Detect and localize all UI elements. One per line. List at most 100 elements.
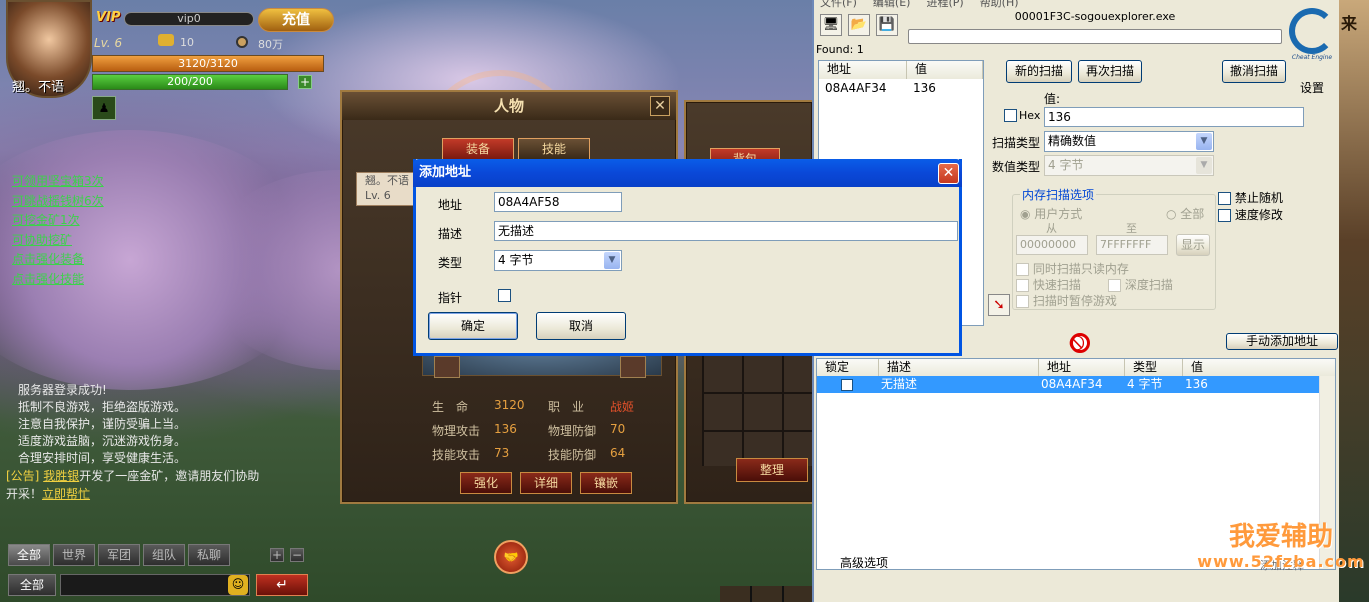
- quest-item[interactable]: 点击强化装备: [12, 250, 104, 270]
- col-description[interactable]: 描述: [879, 359, 1039, 376]
- sort-button[interactable]: 整理: [736, 458, 808, 482]
- tab-skills[interactable]: 技能: [518, 138, 590, 160]
- deep-scan-label: 深度扫描: [1124, 278, 1173, 292]
- chat-tab-legion[interactable]: 军团: [98, 544, 140, 566]
- add-to-list-arrow-icon[interactable]: ➘: [988, 294, 1010, 316]
- close-icon[interactable]: ✕: [938, 163, 959, 184]
- col-value[interactable]: 值: [907, 61, 983, 79]
- col-value[interactable]: 值: [1183, 359, 1335, 376]
- send-icon[interactable]: ↵: [256, 574, 308, 596]
- tab-equipment[interactable]: 装备: [442, 138, 514, 160]
- equip-slot[interactable]: [434, 356, 460, 378]
- no-random-checkbox[interactable]: [1218, 192, 1231, 205]
- all-memory-radio[interactable]: ○ 全部: [1166, 205, 1204, 222]
- open-process-icon[interactable]: 🖥: [820, 14, 842, 36]
- quest-item[interactable]: 可挖金矿1次: [12, 211, 104, 231]
- expand-chat-button[interactable]: +: [270, 548, 284, 562]
- address-input[interactable]: 08A4AF58: [494, 192, 622, 212]
- system-messages: 服务器登录成功! 抵制不良游戏，拒绝盗版游戏。 注意自我保护，谨防受骗上当。 适…: [18, 382, 186, 467]
- pause-option[interactable]: 扫描时暂停游戏: [1016, 292, 1117, 309]
- inlay-button[interactable]: 镶嵌: [580, 472, 632, 494]
- stat-value: 136: [494, 422, 517, 436]
- chat-tab-world[interactable]: 世界: [53, 544, 95, 566]
- hex-checkbox[interactable]: [1004, 109, 1017, 122]
- details-button[interactable]: 详细: [520, 472, 572, 494]
- quest-item[interactable]: 可领用坚宝箱3次: [12, 172, 104, 192]
- site-watermark: 我爱辅助 www.52fzba.com: [1196, 522, 1366, 572]
- enhance-button[interactable]: 强化: [460, 472, 512, 494]
- menu-help[interactable]: 帮助(H): [980, 0, 1019, 10]
- emoji-icon[interactable]: ☺: [228, 575, 248, 595]
- recharge-button[interactable]: 充值: [258, 8, 334, 32]
- equip-slot[interactable]: [620, 356, 646, 378]
- start-address-input[interactable]: 00000000: [1016, 235, 1088, 255]
- add-stat-button[interactable]: +: [298, 75, 312, 89]
- stats-grid: 生 命 3120 职 业 战姬 物理攻击 136 物理防御 70 技能攻击 73…: [432, 394, 664, 462]
- menu-process[interactable]: 进程(P): [926, 0, 963, 10]
- announce-text2: 开采！: [6, 487, 43, 501]
- table-row[interactable]: 无描述 08A4AF34 4 字节 136: [817, 376, 1319, 393]
- stop-icon[interactable]: ⃠: [1070, 333, 1090, 353]
- scan-type-select[interactable]: 精确数值 ▼: [1044, 131, 1214, 152]
- skill-bar[interactable]: [720, 586, 812, 602]
- add-address-manually-button[interactable]: 手动添加地址: [1226, 333, 1338, 350]
- col-address[interactable]: 地址: [1039, 359, 1125, 376]
- chat-tab-team[interactable]: 组队: [143, 544, 185, 566]
- show-button[interactable]: 显示: [1176, 234, 1210, 256]
- description-input[interactable]: 无描述: [494, 221, 958, 241]
- chat-input[interactable]: [60, 574, 250, 596]
- shrink-chat-button[interactable]: −: [290, 548, 304, 562]
- readonly-checkbox[interactable]: [1016, 263, 1029, 276]
- memory-options-title: 内存扫描选项: [1020, 186, 1097, 203]
- speedhack-option[interactable]: 速度修改: [1218, 206, 1283, 223]
- ce-logo-icon: [1289, 8, 1335, 54]
- open-file-icon[interactable]: 📂: [848, 14, 870, 36]
- ok-button[interactable]: 确定: [428, 312, 518, 340]
- stop-address-input[interactable]: 7FFFFFFF: [1096, 235, 1168, 255]
- cancel-button[interactable]: 取消: [536, 312, 626, 340]
- lock-checkbox[interactable]: [841, 378, 853, 391]
- undo-scan-button[interactable]: 撤消扫描: [1222, 60, 1286, 83]
- col-address[interactable]: 地址: [819, 61, 907, 79]
- handshake-icon[interactable]: 🤝: [494, 540, 528, 574]
- type-select-value: 4 字节: [498, 253, 534, 267]
- bag-grid[interactable]: [702, 354, 812, 466]
- stat-label: 物理攻击: [432, 424, 481, 438]
- advanced-options-link[interactable]: 高级选项: [840, 554, 888, 571]
- fast-scan-checkbox[interactable]: [1016, 279, 1029, 292]
- deep-scan-option[interactable]: 深度扫描: [1108, 276, 1173, 293]
- chat-channel-select[interactable]: 全部: [8, 574, 56, 596]
- menu-edit[interactable]: 编辑(E): [873, 0, 911, 10]
- buff-icon[interactable]: ♟: [92, 96, 116, 120]
- type-select[interactable]: 4 字节 ▼: [494, 250, 622, 271]
- value-input[interactable]: 136: [1044, 107, 1304, 127]
- deep-scan-checkbox[interactable]: [1108, 279, 1121, 292]
- help-link[interactable]: 立即帮忙: [42, 487, 90, 501]
- readonly-option[interactable]: 同时扫描只读内存: [1016, 260, 1129, 277]
- pointer-checkbox[interactable]: [498, 289, 511, 302]
- col-type[interactable]: 类型: [1125, 359, 1183, 376]
- chat-tab-all[interactable]: 全部: [8, 544, 50, 566]
- fast-scan-option[interactable]: 快速扫描: [1016, 276, 1081, 293]
- col-lock[interactable]: 锁定: [817, 359, 879, 376]
- next-scan-button[interactable]: 再次扫描: [1078, 60, 1142, 83]
- quest-item[interactable]: 可协助挖矿: [12, 231, 104, 251]
- settings-label[interactable]: 设置: [1300, 79, 1324, 96]
- speedhack-checkbox[interactable]: [1218, 209, 1231, 222]
- quest-item[interactable]: 点击强化技能: [12, 270, 104, 290]
- value-label: 值:: [1044, 92, 1061, 106]
- announce-player[interactable]: 我胜银: [43, 469, 79, 483]
- pause-checkbox[interactable]: [1016, 295, 1029, 308]
- close-icon[interactable]: ✕: [650, 96, 670, 116]
- value-type-select[interactable]: 4 字节 ▼: [1044, 155, 1214, 176]
- ce-logo[interactable]: Cheat Engine: [1288, 8, 1336, 62]
- menu-file[interactable]: 文件(F): [820, 0, 857, 10]
- result-row[interactable]: 08A4AF34 136: [819, 79, 983, 97]
- save-icon[interactable]: 💾: [876, 14, 898, 36]
- row-type: 4 字节: [1127, 377, 1163, 391]
- no-random-option[interactable]: 禁止随机: [1218, 189, 1283, 206]
- new-scan-button[interactable]: 新的扫描: [1006, 60, 1072, 83]
- chat-tab-private[interactable]: 私聊: [188, 544, 230, 566]
- quest-item[interactable]: 可跳战摇钱树6次: [12, 192, 104, 212]
- scan-progress-bar: [908, 29, 1282, 44]
